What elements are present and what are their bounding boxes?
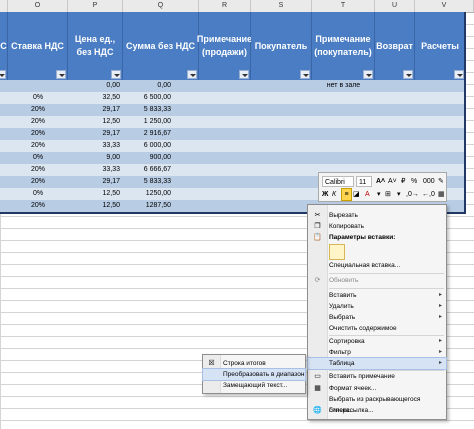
align-center-icon[interactable]: ≡ (341, 188, 352, 201)
percent-format-icon[interactable]: % (411, 176, 417, 187)
column-header-p[interactable]: P (68, 0, 123, 12)
globe-icon: 🌐 (313, 407, 322, 414)
currency-format-icon[interactable]: ₽ (401, 176, 405, 187)
scissors-icon: ✂ (314, 212, 321, 219)
menu-item-delete[interactable]: Удалить ▸ (308, 301, 446, 312)
shrink-font-icon[interactable]: A˅ (388, 176, 397, 187)
mini-toolbar: Calibri 11 A˄ A˅ ₽ % 000 ✎ Ж К ≡ ◪ A ▾ ⊞… (318, 172, 447, 202)
menu-item-clear[interactable]: Очистить содержимое (308, 323, 446, 334)
increase-decimal-icon[interactable]: ,0→ (406, 189, 419, 200)
grow-font-icon[interactable]: A˄ (376, 176, 385, 187)
menu-item-insert[interactable]: Вставить ▸ (308, 290, 446, 301)
thousands-separator-icon[interactable]: 000 (423, 176, 435, 187)
checkbox-checked-icon: ☒ (208, 360, 215, 367)
menu-item-paste-options: 📋 Параметры вставки: (313, 234, 396, 241)
menu-item-pick-from-list[interactable]: Выбрать из раскрывающегося списка... (308, 394, 446, 414)
submenu-arrow-icon: ▸ (438, 338, 442, 344)
column-header-u[interactable]: U (375, 0, 415, 12)
menu-item-insert-comment[interactable]: ▭ Вставить примечание (308, 371, 446, 382)
column-header-t[interactable]: T (312, 0, 375, 12)
submenu-arrow-icon: ▸ (438, 314, 442, 320)
comment-icon: ▭ (314, 373, 321, 380)
submenu-item-convert-to-range[interactable]: Преобразовать в диапазон (202, 368, 306, 381)
borders-icon[interactable]: ⊞ (385, 189, 391, 200)
column-header-v[interactable]: V (415, 0, 474, 12)
decrease-decimal-icon[interactable]: ←,0 (422, 189, 435, 200)
column-header-r[interactable]: R (199, 0, 251, 12)
submenu-item-alt-text[interactable]: Замещающий текст... (203, 380, 305, 391)
submenu-arrow-icon: ▸ (438, 349, 442, 355)
menu-item-filter[interactable]: Фильтр ▸ (308, 347, 446, 358)
font-name-box[interactable]: Calibri (322, 176, 354, 187)
menu-separator (329, 288, 444, 289)
context-menu: ✂ Вырезать ❐ Копировать 📋 Параметры вставки… (307, 204, 447, 420)
menu-item-select[interactable]: Выбрать ▸ (308, 312, 446, 323)
column-header-partial[interactable] (0, 0, 8, 12)
paste-option-icon[interactable] (329, 244, 345, 260)
bold-icon[interactable]: Ж (322, 189, 328, 200)
format-cells-icon: ▦ (314, 385, 321, 392)
column-header-s[interactable]: S (251, 0, 312, 12)
dropdown-arrow-icon[interactable]: ▾ (377, 189, 381, 200)
menu-item-paste-special[interactable]: Специальная вставка... (308, 260, 446, 271)
menu-item-copy[interactable]: ❐ Копировать (308, 221, 446, 232)
menu-item-cut[interactable]: ✂ Вырезать (308, 210, 446, 221)
clipboard-icon: 📋 (313, 234, 322, 241)
copy-icon: ❐ (314, 223, 321, 230)
menu-item-hyperlink[interactable]: 🌐 Гиперссылка... (308, 405, 446, 416)
format-painter-icon[interactable]: ✎ (438, 176, 444, 187)
menu-separator (329, 273, 444, 274)
fill-color-icon[interactable]: ◪ (353, 189, 360, 200)
table-submenu: ☒ Строка итогов Преобразовать в диапазон … (202, 354, 306, 394)
submenu-arrow-icon: ▸ (438, 303, 442, 309)
merge-cells-icon[interactable]: ▦ (438, 189, 445, 200)
submenu-item-totals-row[interactable]: ☒ Строка итогов (203, 358, 305, 369)
submenu-arrow-icon: ▸ (438, 360, 442, 366)
menu-item-refresh: ⟳ Обновить (314, 277, 359, 284)
column-header-o[interactable]: O (8, 0, 68, 12)
italic-icon[interactable]: К (332, 189, 336, 200)
column-header-q[interactable]: Q (123, 0, 199, 12)
dropdown-arrow-icon[interactable]: ▾ (397, 189, 401, 200)
submenu-arrow-icon: ▸ (438, 292, 442, 298)
font-size-box[interactable]: 11 (356, 176, 372, 187)
refresh-icon: ⟳ (314, 277, 321, 284)
menu-item-format-cells[interactable]: ▦ Формат ячеек... (308, 383, 446, 394)
menu-item-table[interactable]: Таблица ▸ (307, 357, 447, 370)
menu-item-sort[interactable]: Сортировка ▸ (308, 336, 446, 347)
font-color-icon[interactable]: A (365, 189, 370, 200)
